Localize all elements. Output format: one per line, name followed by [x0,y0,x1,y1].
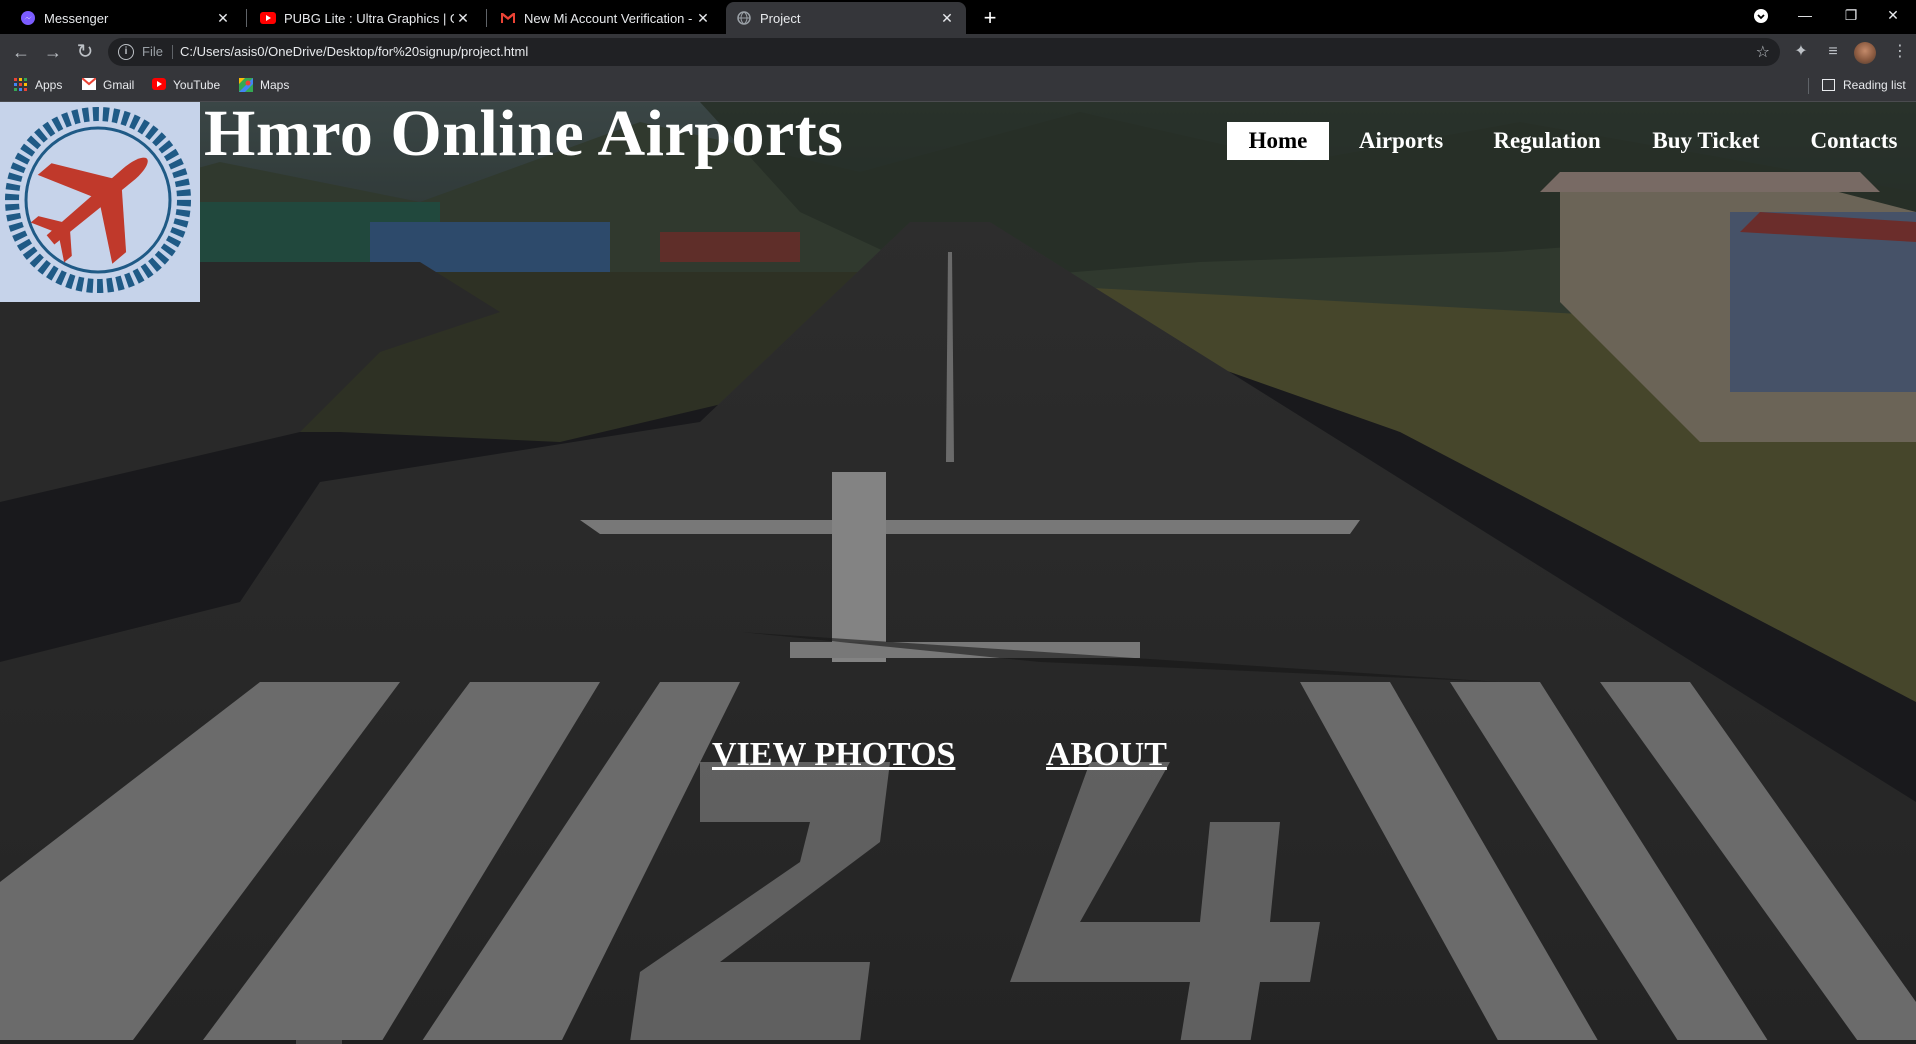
menu-kebab-icon[interactable]: ⋮ [1888,40,1912,64]
youtube-icon [260,10,276,26]
bookmark-star-icon[interactable]: ☆ [1756,42,1770,62]
info-icon[interactable]: i [118,44,134,60]
horizontal-scrollbar[interactable] [0,1040,1916,1044]
back-arrow-icon[interactable]: ← [9,40,33,64]
extensions-icon[interactable]: ✦ [1789,40,1813,64]
profile-avatar[interactable] [1854,42,1876,64]
tab-title: Project [760,10,801,26]
bookmarks-bar: Apps Gmail YouTube Maps Reading list [0,70,1916,102]
tab-pubg-video[interactable]: PUBG Lite : Ultra Graphics | GTX 1 ✕ [250,2,482,34]
reading-list-label: Reading list [1843,78,1906,92]
maps-icon [239,78,253,92]
media-queue-icon[interactable]: ≡ [1821,40,1845,64]
tab-mi-account[interactable]: New Mi Account Verification - a ✕ [490,2,722,34]
tab-messenger[interactable]: Messenger ✕ [10,2,242,34]
reload-icon[interactable]: ↻ [73,40,97,64]
new-tab-button[interactable]: + [976,4,1004,32]
tab-title: Messenger [44,10,109,26]
tab-search-icon[interactable] [1738,0,1784,32]
nav-regulation[interactable]: Regulation [1482,122,1612,160]
bookmark-label: Apps [35,78,63,92]
bookmark-label: Gmail [103,78,135,92]
site-title: Hmro Online Airports [204,102,844,170]
gmail-icon [500,10,516,26]
url-text[interactable]: C:/Users/asis0/OneDrive/Desktop/for%20si… [180,44,528,59]
close-tab-icon[interactable]: ✕ [214,10,232,27]
minimize-icon[interactable]: — [1782,0,1828,32]
view-photos-link[interactable]: VIEW PHOTOS [712,736,955,774]
close-tab-icon[interactable]: ✕ [454,10,472,27]
scheme-label: File [142,44,163,59]
tab-title: PUBG Lite : Ultra Graphics | GTX 1 [284,10,454,26]
browser-toolbar: ← → ↻ i File C:/Users/asis0/OneDrive/Des… [0,34,1916,70]
bookmark-apps[interactable]: Apps [14,78,62,92]
bookmark-label: YouTube [173,78,221,92]
nav-contacts[interactable]: Contacts [1800,122,1908,160]
bookmark-gmail[interactable]: Gmail [81,77,135,92]
forward-arrow-icon[interactable]: → [41,40,65,64]
scrollbar-thumb[interactable] [296,1040,342,1044]
close-window-icon[interactable]: ✕ [1870,0,1916,32]
hero-overlay [0,102,1916,1044]
apps-grid-icon [14,78,28,92]
tab-title: New Mi Account Verification - a [524,10,694,26]
messenger-icon [20,10,36,26]
tab-project[interactable]: Project ✕ [726,2,966,34]
globe-icon [736,10,752,26]
bookmark-maps[interactable]: Maps [239,78,289,92]
youtube-icon [152,78,166,92]
tab-divider [246,9,247,27]
close-tab-icon[interactable]: ✕ [938,10,956,27]
restore-icon[interactable]: ❐ [1828,0,1874,32]
tab-divider [486,9,487,27]
nav-airports[interactable]: Airports [1346,122,1456,160]
airplane-logo-icon [5,107,191,293]
about-link[interactable]: ABOUT [1046,736,1167,774]
gmail-icon [81,77,97,92]
close-tab-icon[interactable]: ✕ [694,10,712,27]
address-divider [172,45,173,59]
bookmark-label: Maps [260,78,290,92]
site-logo[interactable] [0,102,200,302]
tab-strip: Messenger ✕ PUBG Lite : Ultra Graphics |… [0,0,1916,34]
nav-home[interactable]: Home [1227,122,1329,160]
page-viewport: Hmro Online Airports Home Airports Regul… [0,102,1916,1044]
nav-buy-ticket[interactable]: Buy Ticket [1640,122,1772,160]
address-bar[interactable]: i File C:/Users/asis0/OneDrive/Desktop/f… [108,38,1780,66]
reading-list-icon [1822,79,1835,91]
bookmarks-divider [1808,78,1809,94]
reading-list-button[interactable]: Reading list [1822,78,1906,92]
bookmark-youtube[interactable]: YouTube [152,78,220,92]
